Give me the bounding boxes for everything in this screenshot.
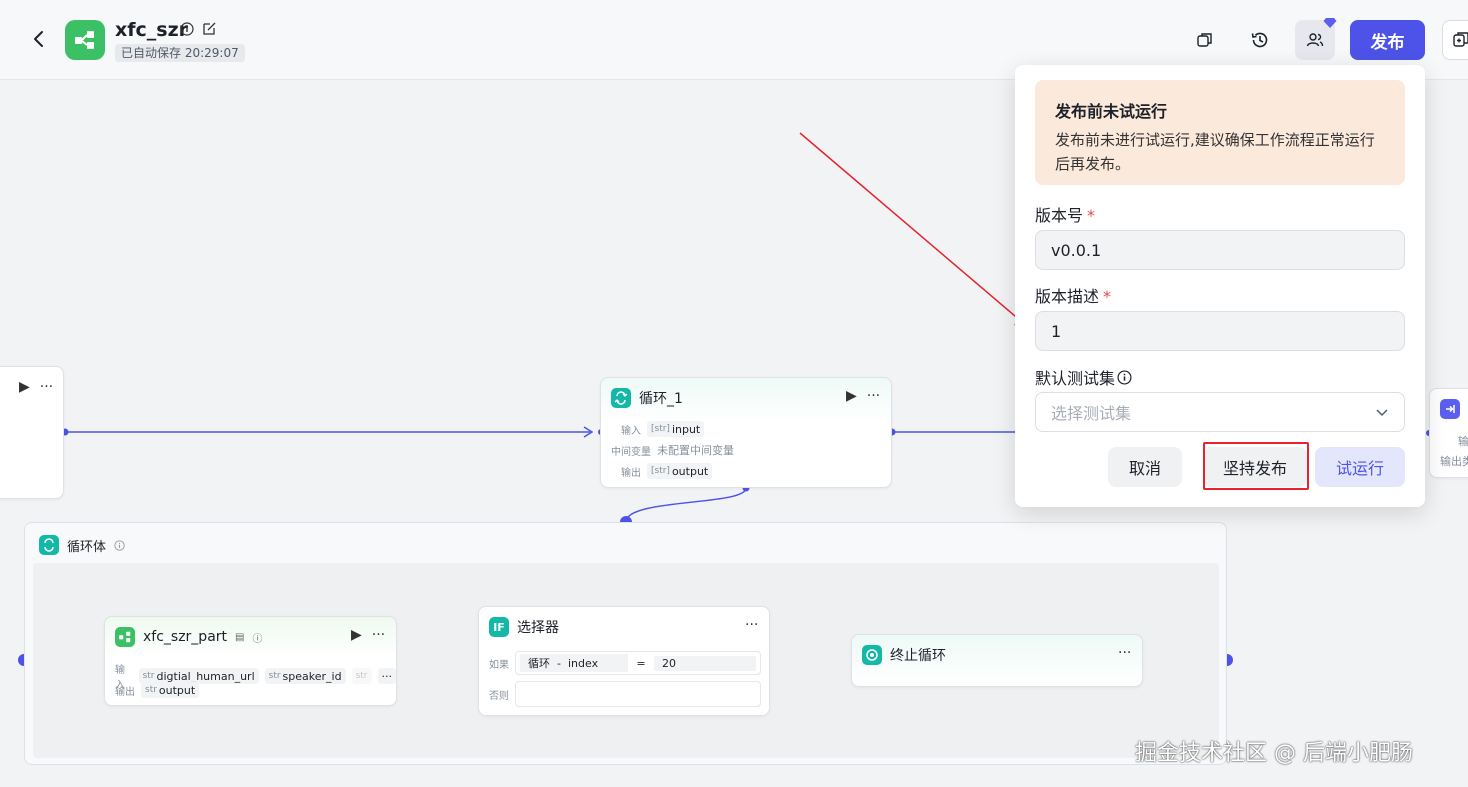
trial-run-button[interactable]: 试运行: [1315, 447, 1405, 487]
version-input[interactable]: [1035, 230, 1405, 270]
cancel-button[interactable]: 取消: [1108, 447, 1182, 487]
watermark: 掘金技术社区 @ 后端小肥肠: [1135, 741, 1413, 766]
info-icon[interactable]: [1117, 369, 1132, 385]
description-label: 版本描述 *: [1035, 287, 1112, 306]
description-input[interactable]: [1035, 311, 1405, 351]
highlight-box: [1203, 442, 1309, 490]
chevron-down-icon: [1376, 409, 1388, 417]
testset-label: 默认测试集: [1035, 365, 1132, 389]
publish-popover: 发布前未试运行 发布前未进行试运行,建议确保工作流程正常运行后再发布。 版本号 *…: [1015, 65, 1425, 507]
version-label: 版本号 *: [1035, 206, 1096, 225]
trial-run-warning: 发布前未试运行 发布前未进行试运行,建议确保工作流程正常运行后再发布。: [1035, 80, 1405, 185]
testset-select[interactable]: 选择测试集: [1035, 392, 1405, 432]
